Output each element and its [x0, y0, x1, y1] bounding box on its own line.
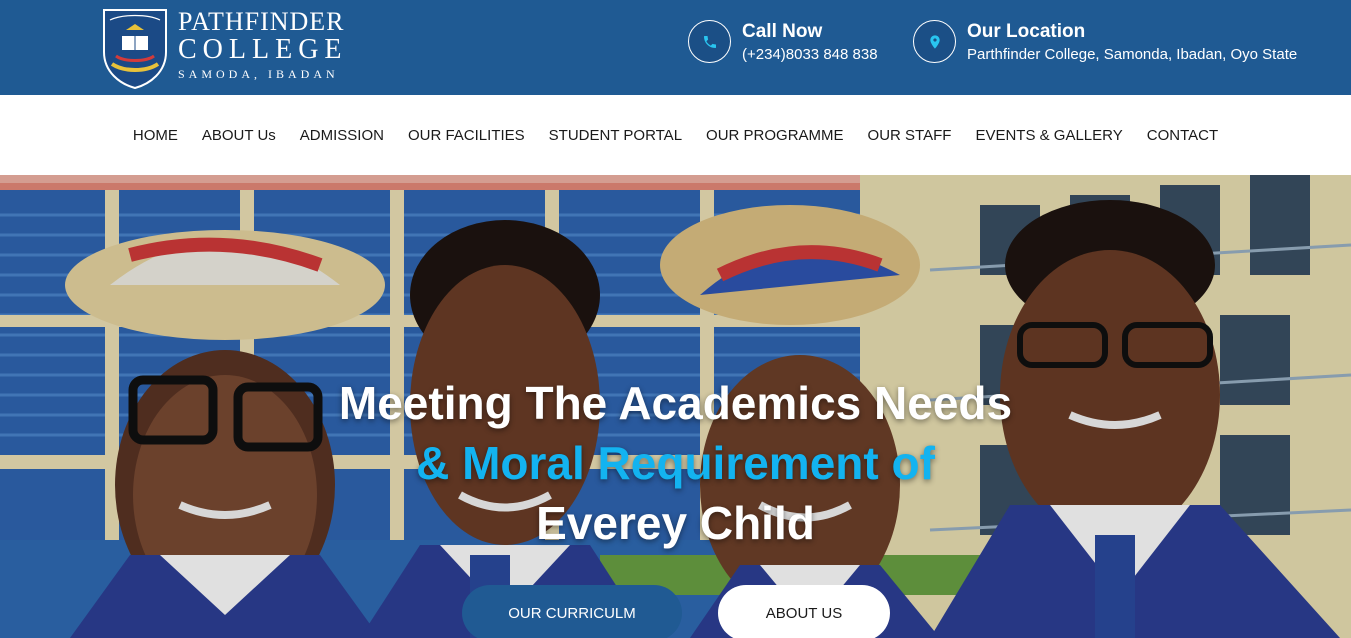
about-us-button[interactable]: ABOUT US [718, 585, 890, 638]
location-block[interactable]: Our Location Parthfinder College, Samond… [913, 20, 1297, 66]
nav-item-events-gallery[interactable]: EVENTS & GALLERY [975, 127, 1122, 144]
nav-item-staff[interactable]: OUR STAFF [868, 127, 952, 144]
hero-banner: Meeting The Academics Needs & Moral Requ… [0, 175, 1351, 638]
nav-item-facilities[interactable]: OUR FACILITIES [408, 127, 525, 144]
nav-item-home[interactable]: HOME [133, 127, 178, 144]
hero-heading: Meeting The Academics Needs & Moral Requ… [0, 373, 1351, 553]
nav-item-student-portal[interactable]: STUDENT PORTAL [549, 127, 682, 144]
call-now-block[interactable]: Call Now (+234)8033 848 838 [688, 20, 878, 66]
location-address: Parthfinder College, Samonda, Ibadan, Oy… [967, 46, 1298, 63]
phone-icon [688, 20, 731, 63]
crest-icon [103, 9, 167, 90]
nav-item-admission[interactable]: ADMISSION [300, 127, 384, 144]
our-curriculum-button[interactable]: OUR CURRICULM [462, 585, 682, 638]
hero-heading-line1: Meeting The Academics Needs [338, 377, 1013, 429]
logo-title-line2: COLLEGE [178, 34, 348, 65]
phone-number[interactable]: (+234)8033 848 838 [742, 44, 878, 66]
main-nav: HOME ABOUT Us ADMISSION OUR FACILITIES S… [0, 95, 1351, 175]
location-title: Our Location [967, 21, 1086, 42]
map-pin-icon [913, 20, 956, 63]
call-now-title: Call Now [742, 21, 823, 42]
nav-item-contact[interactable]: CONTACT [1147, 127, 1218, 144]
logo-title-line1: PATHFINDER [178, 7, 345, 36]
nav-item-about[interactable]: ABOUT Us [202, 127, 276, 144]
hero-heading-line2: & Moral Requirement of [416, 437, 935, 489]
logo-subtitle: SAMODA, IBADAN [178, 67, 339, 81]
hero-heading-line3: Everey Child [536, 497, 815, 549]
top-header: PATHFINDER COLLEGE SAMODA, IBADAN Call N… [0, 0, 1351, 95]
nav-item-programme[interactable]: OUR PROGRAMME [706, 127, 844, 144]
college-logo[interactable]: PATHFINDER COLLEGE SAMODA, IBADAN [100, 6, 370, 90]
